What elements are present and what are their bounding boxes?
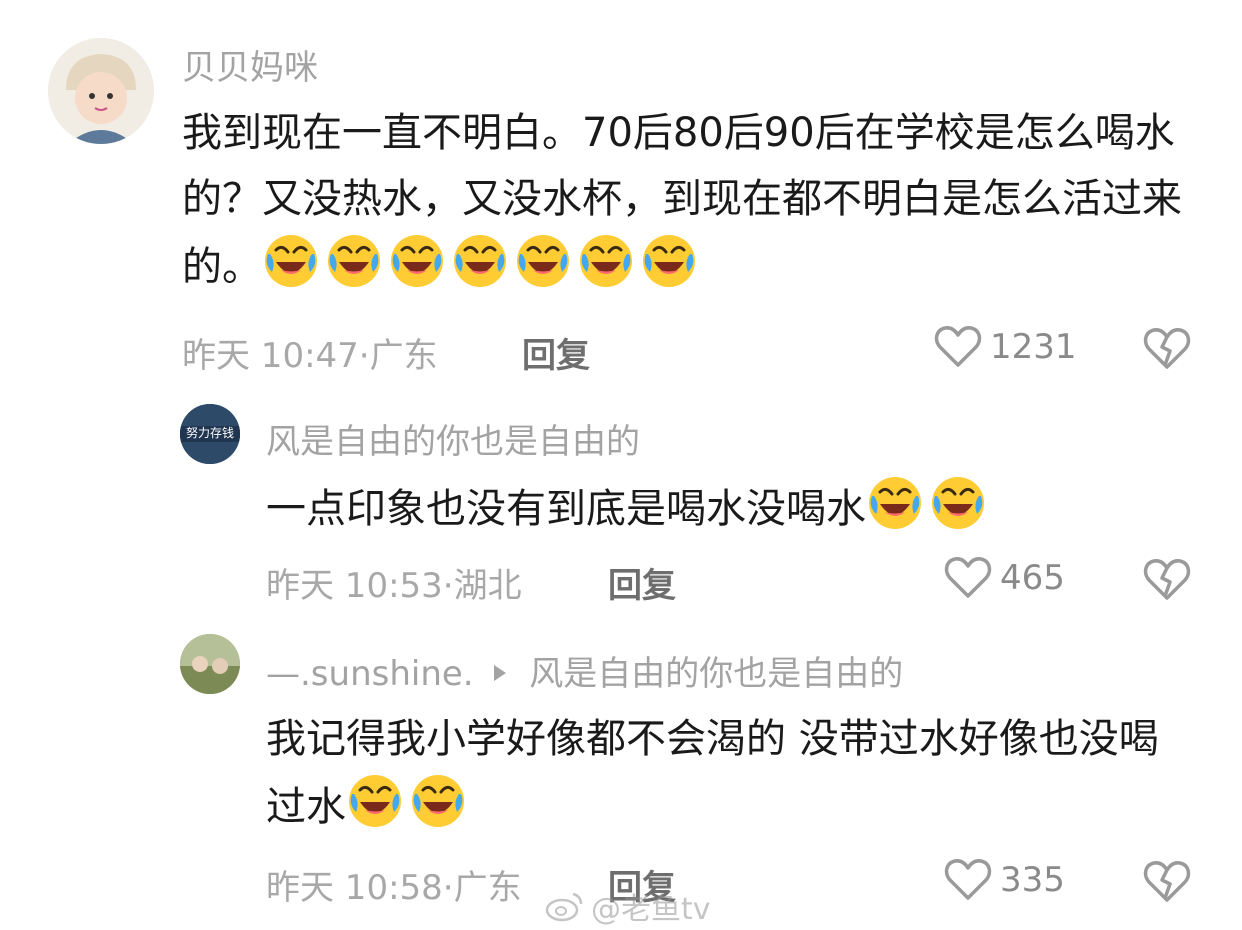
avatar[interactable] xyxy=(48,38,154,144)
laughing-crying-emoji-icon xyxy=(325,232,383,310)
meta-separator: · xyxy=(442,566,454,606)
username[interactable]: —.sunshine. xyxy=(266,654,474,694)
laughing-crying-emoji-icon xyxy=(262,232,320,310)
comment-text: 一点印象也没有到底是喝水没喝水 xyxy=(266,474,1186,552)
weibo-logo-icon xyxy=(545,892,583,922)
comment-time: 昨天 10:58 xyxy=(266,868,443,908)
heart-icon xyxy=(944,557,992,598)
like-count: 465 xyxy=(1000,558,1065,598)
comment-meta: 昨天 10:58·广东 xyxy=(266,860,522,909)
laughing-crying-emoji-icon xyxy=(866,474,924,552)
avatar-text: 努力存钱 xyxy=(185,426,234,440)
reply-item: 努力存钱 风是自由的你也是自由的 一点印象也没有到底是喝水没喝水 昨天 10:5… xyxy=(0,390,1242,620)
watermark-text: @老鱼tv xyxy=(591,892,711,927)
like-button[interactable]: 465 xyxy=(944,556,1065,600)
laughing-crying-emoji-icon xyxy=(929,474,987,552)
broken-heart-icon xyxy=(1143,328,1191,369)
laughing-crying-emoji-icon xyxy=(514,232,572,310)
comment-meta: 昨天 10:47·广东 xyxy=(182,328,438,377)
dislike-button[interactable] xyxy=(1143,327,1191,375)
username-line: —.sunshine. 风是自由的你也是自由的 xyxy=(266,646,903,695)
avatar[interactable] xyxy=(180,634,240,694)
dislike-button[interactable] xyxy=(1143,860,1191,908)
reply-to-username[interactable]: 风是自由的你也是自由的 xyxy=(529,654,903,694)
comment-item: 贝贝妈咪 我到现在一直不明白。70后80后90后在学校是怎么喝水的？又没热水，又… xyxy=(0,0,1242,390)
avatar[interactable]: 努力存钱 xyxy=(180,404,240,464)
comment-text: 我记得我小学好像都不会渴的 没带过水好像也没喝过水 xyxy=(266,706,1196,850)
broken-heart-icon xyxy=(1143,861,1191,902)
comment-meta: 昨天 10:53·湖北 xyxy=(266,558,522,607)
username[interactable]: 风是自由的你也是自由的 xyxy=(266,414,640,463)
heart-icon xyxy=(944,859,992,900)
laughing-crying-emoji-icon xyxy=(577,232,635,310)
emoji-row xyxy=(866,474,992,552)
dislike-button[interactable] xyxy=(1143,558,1191,606)
emoji-row xyxy=(262,232,703,310)
laughing-crying-emoji-icon xyxy=(409,772,467,850)
comment-location: 广东 xyxy=(369,336,438,376)
laughing-crying-emoji-icon xyxy=(451,232,509,310)
meta-separator: · xyxy=(442,868,454,908)
heart-icon xyxy=(934,326,982,367)
meta-separator: · xyxy=(358,336,370,376)
reply-button[interactable]: 回复 xyxy=(522,328,590,377)
comment-location: 广东 xyxy=(453,868,522,908)
reply-button[interactable]: 回复 xyxy=(608,558,676,607)
laughing-crying-emoji-icon xyxy=(388,232,446,310)
like-button[interactable]: 335 xyxy=(944,858,1065,902)
comment-time: 昨天 10:53 xyxy=(266,566,443,606)
like-count: 335 xyxy=(1000,860,1065,900)
emoji-row xyxy=(346,772,472,850)
watermark: @老鱼tv xyxy=(545,884,711,928)
broken-heart-icon xyxy=(1143,559,1191,600)
comment-text: 我到现在一直不明白。70后80后90后在学校是怎么喝水的？又没热水，又没水杯，到… xyxy=(182,100,1192,310)
comment-text-body: 一点印象也没有到底是喝水没喝水 xyxy=(266,486,866,532)
comment-time: 昨天 10:47 xyxy=(182,336,359,376)
laughing-crying-emoji-icon xyxy=(640,232,698,310)
like-button[interactable]: 1231 xyxy=(934,325,1077,369)
like-count: 1231 xyxy=(990,327,1077,367)
username[interactable]: 贝贝妈咪 xyxy=(182,40,318,89)
laughing-crying-emoji-icon xyxy=(346,772,404,850)
play-triangle-icon xyxy=(494,665,507,681)
comment-location: 湖北 xyxy=(453,566,522,606)
